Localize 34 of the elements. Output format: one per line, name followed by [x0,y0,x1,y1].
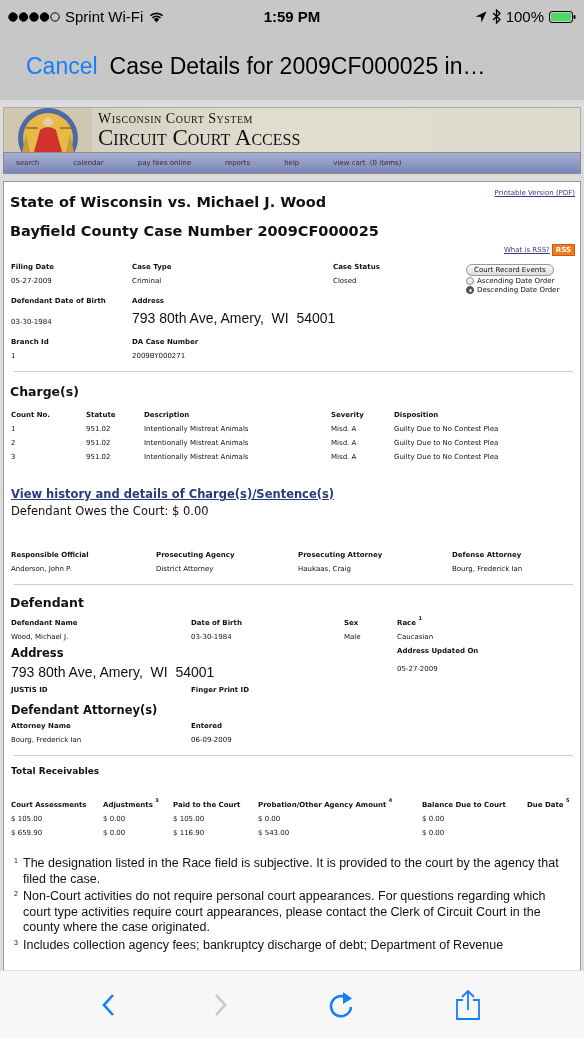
case-subtitle: Bayfield County Case Number 2009CF000025 [10,222,379,241]
forward-icon [215,993,228,1016]
location-arrow-icon [474,10,487,23]
section-heading: Defendant Attorney(s) [11,702,159,719]
radio-button[interactable] [466,286,474,294]
status-time: 1:59 PM [263,8,321,25]
battery-percent: 100% [505,8,544,25]
bluetooth-icon [491,9,501,24]
carrier-name: Sprint Wi-Fi [65,8,144,25]
section-heading: Total Receivables [11,765,101,778]
footnote-text: Non-Court activities do not require personal court appearances. For questions regarding which court type activities require court appearances, please contact the Clerk of Circuit Court in the county where the case originated. [23,889,547,936]
footnote-text: The designation listed in the Race field is subjective. It is provided to the court by the agency that filed the case. [23,856,560,887]
battery-icon [549,10,576,23]
footnote-text: Includes collection agency fees; bankruptcy discharge of debt; Department of Revenue [23,937,504,953]
back-icon [102,993,115,1016]
section-heading: Address [11,645,65,662]
site-subtitle: Wisconsin Court System [98,111,254,126]
radio-button[interactable] [466,277,474,285]
page-title: Case Details for 2009CF000025 in… [109,53,486,80]
back-button[interactable] [102,993,115,1016]
share-icon [454,989,482,1020]
wifi-icon [148,10,166,23]
section-heading: Charge(s) [10,383,80,401]
amount-owed: Defendant Owes the Court: $ 0.00 [11,503,210,520]
history-link[interactable]: View history and details of Charge(s)/Sentence(s) [11,487,335,501]
reload-button[interactable] [328,990,354,1019]
address-value: 793 80th Ave, Amery, WI 54001 [11,663,215,682]
case-title: State of Wisconsin vs. Michael J. Wood [10,193,328,212]
section-heading: Defendant [10,594,85,612]
field-value: 793 80th Ave, Amery, WI 54001 [132,309,336,328]
signal-icon [8,11,60,22]
site-title: Circuit Court Access [98,125,301,149]
share-button[interactable] [454,989,482,1020]
reload-icon [328,990,354,1019]
